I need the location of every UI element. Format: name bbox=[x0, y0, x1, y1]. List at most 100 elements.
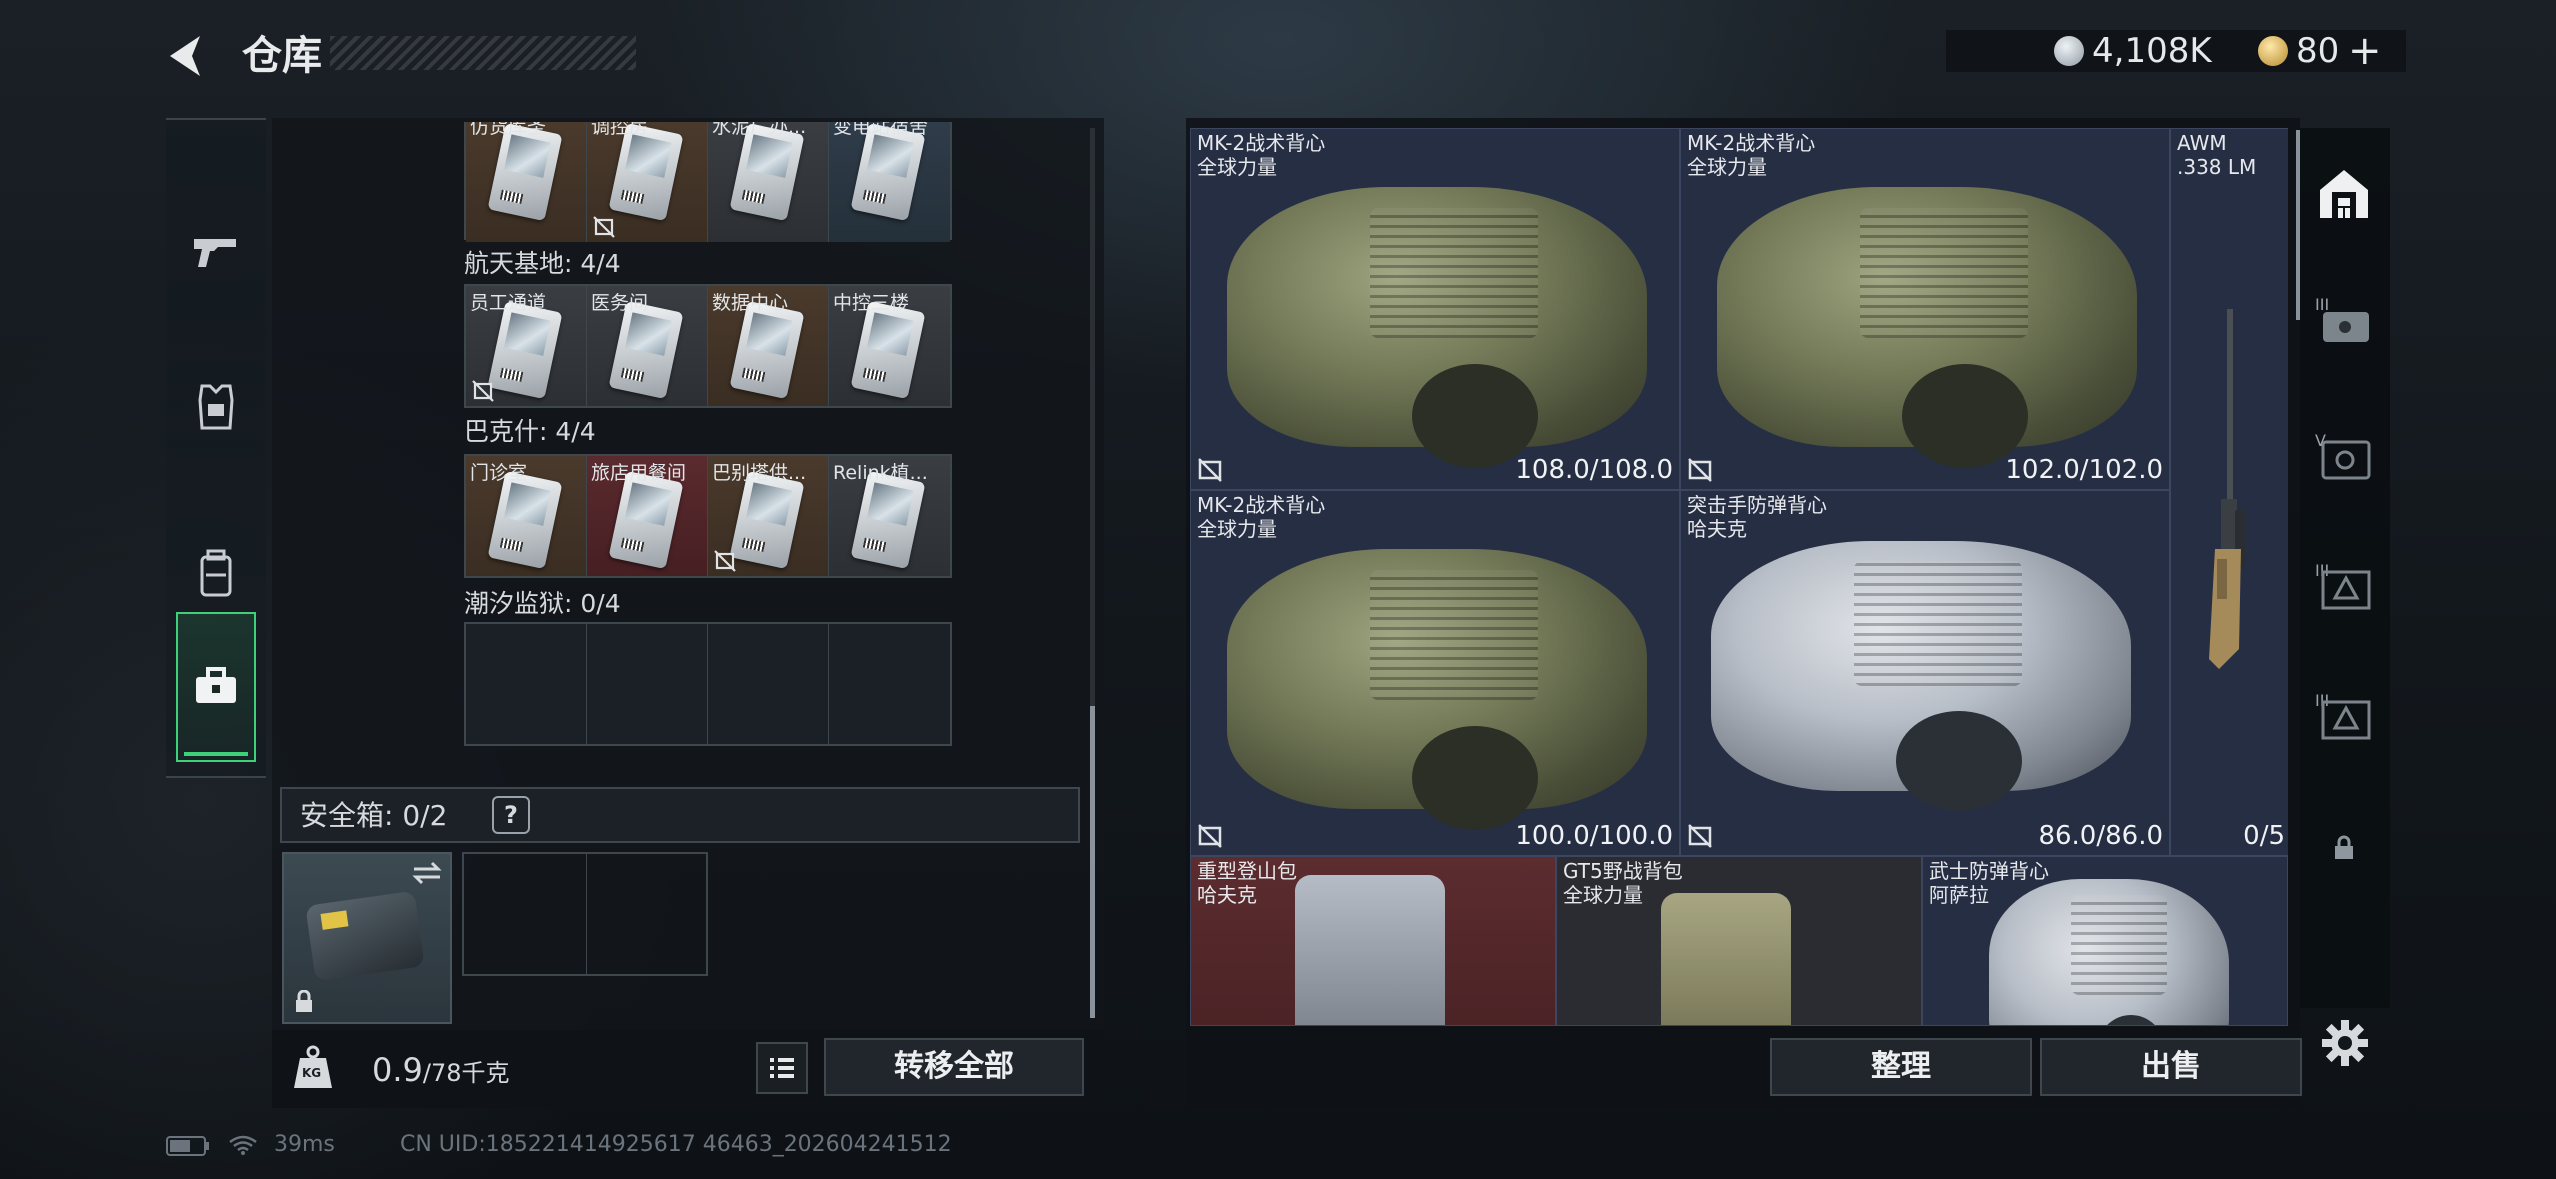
key-storage-scroll-thumb[interactable] bbox=[1090, 706, 1095, 1018]
key-card-slot[interactable]: 医务间 bbox=[587, 286, 708, 406]
safebox-item[interactable] bbox=[282, 852, 452, 1024]
back-button[interactable] bbox=[160, 28, 216, 84]
item-faction: 全球力量 bbox=[1197, 155, 1277, 179]
item-faction: 阿萨拉 bbox=[1929, 883, 1989, 907]
key-row: 员工通道 医务间 数据中心 中控三楼 bbox=[464, 284, 952, 408]
safebox-help-button[interactable]: ? bbox=[492, 796, 530, 834]
add-currency-button[interactable]: + bbox=[2348, 30, 2382, 72]
tab-container-4[interactable]: III bbox=[2312, 684, 2376, 748]
item-durability: 108.0/108.0 bbox=[1515, 455, 1673, 485]
container-sidebar-scrollbar[interactable] bbox=[2296, 130, 2300, 320]
tab-container-2[interactable]: V bbox=[2312, 424, 2376, 488]
no-trade-icon bbox=[472, 380, 494, 402]
key-section-title: 巴克什: 4/4 bbox=[464, 417, 596, 446]
item-name: MK-2战术背心 bbox=[1197, 493, 1326, 517]
item-durability: 100.0/100.0 bbox=[1515, 821, 1673, 851]
key-label: 中控三楼 bbox=[833, 292, 910, 314]
list-icon bbox=[770, 1058, 794, 1078]
ping-text: 39ms bbox=[274, 1132, 335, 1157]
key-label: 门诊室 bbox=[470, 462, 528, 484]
coin-gold-icon bbox=[2258, 36, 2288, 66]
vest-image bbox=[1717, 187, 2137, 468]
key-card-slot[interactable]: 数据中心 bbox=[708, 286, 829, 406]
sort-button[interactable]: 整理 bbox=[1770, 1038, 2032, 1096]
empty-key-slot[interactable] bbox=[466, 624, 587, 744]
inventory-item[interactable]: MK-2战术背心 全球力量 102.0/102.0 bbox=[1680, 128, 2170, 490]
gun-icon bbox=[194, 239, 236, 267]
briefcase-icon bbox=[196, 667, 236, 703]
rifle-image bbox=[2209, 309, 2245, 669]
no-trade-icon bbox=[1198, 824, 1222, 848]
settings-button[interactable] bbox=[2318, 1016, 2372, 1072]
swap-icon[interactable] bbox=[412, 860, 442, 886]
currency-silver-amount: 4,108K bbox=[2092, 31, 2212, 71]
move-all-button[interactable]: 转移全部 bbox=[824, 1038, 1084, 1096]
keycard-image bbox=[729, 300, 805, 400]
tier3-box2-icon: III bbox=[2315, 691, 2371, 740]
tab-container-3[interactable]: III bbox=[2312, 554, 2376, 618]
inventory-item[interactable]: 突击手防弹背心 哈夫克 86.0/86.0 bbox=[1680, 490, 2170, 856]
keycard-image bbox=[487, 300, 563, 400]
inventory-item[interactable]: MK-2战术背心 全球力量 100.0/100.0 bbox=[1190, 490, 1680, 856]
tab-keys[interactable] bbox=[176, 612, 256, 762]
keycard-image bbox=[850, 300, 926, 400]
currency-bar: 4,108K 80 + bbox=[1946, 30, 2406, 72]
no-trade-icon bbox=[714, 550, 736, 572]
title-decoration bbox=[330, 36, 636, 70]
empty-key-slot[interactable] bbox=[587, 624, 708, 744]
inventory-item[interactable]: GT5野战背包 全球力量 bbox=[1556, 856, 1922, 1026]
key-label: 仿货库圣 bbox=[470, 122, 547, 138]
key-card-slot[interactable]: Relink植... bbox=[829, 456, 950, 576]
vest-image bbox=[1711, 541, 2131, 811]
item-name: AWM bbox=[2177, 131, 2227, 155]
item-faction: 全球力量 bbox=[1197, 517, 1277, 541]
wifi-icon bbox=[229, 1135, 257, 1155]
key-label: 医务间 bbox=[591, 292, 649, 314]
sell-button[interactable]: 出售 bbox=[2040, 1038, 2302, 1096]
vest-image bbox=[1227, 187, 1647, 468]
inventory-item[interactable]: AWM .338 LM 0/5 bbox=[2170, 128, 2288, 856]
tab-weapons[interactable] bbox=[166, 176, 266, 326]
no-trade-icon bbox=[1198, 458, 1222, 482]
safebox-case-image bbox=[305, 890, 425, 982]
key-card-slot[interactable]: 水泥厂办... bbox=[708, 122, 829, 242]
inventory-item[interactable]: MK-2战术背心 全球力量 108.0/108.0 bbox=[1190, 128, 1680, 490]
category-sidebar bbox=[166, 118, 266, 778]
page-title: 仓库 bbox=[242, 33, 322, 79]
key-card-slot[interactable]: 中控三楼 bbox=[829, 286, 950, 406]
item-name: 突击手防弹背心 bbox=[1687, 493, 1827, 517]
tier5-case-icon: V bbox=[2315, 431, 2371, 480]
item-name: MK-2战术背心 bbox=[1687, 131, 1816, 155]
key-card-slot[interactable]: 变电站宿舍 bbox=[829, 122, 950, 242]
key-label: 巴别塔供... bbox=[712, 462, 807, 484]
key-card-slot[interactable]: 巴别塔供... bbox=[708, 456, 829, 576]
tab-armor[interactable] bbox=[166, 332, 266, 482]
backpack-image bbox=[1661, 893, 1791, 1025]
coin-silver-icon bbox=[2054, 36, 2084, 66]
tier3-case-icon: III bbox=[2315, 295, 2369, 342]
tab-container-1[interactable]: III bbox=[2312, 288, 2376, 352]
key-card-slot[interactable]: 门诊室 bbox=[466, 456, 587, 576]
inventory-item[interactable]: 重型登山包 哈夫克 bbox=[1190, 856, 1556, 1026]
key-card-slot[interactable]: 调控房 bbox=[587, 122, 708, 242]
vest-image bbox=[1989, 879, 2229, 1025]
key-section-title: 潮汐监狱: 0/4 bbox=[464, 589, 621, 618]
battery-icon bbox=[166, 1136, 209, 1156]
weight-display: 0.9/78千克 bbox=[372, 1050, 510, 1093]
no-trade-icon bbox=[593, 216, 615, 238]
item-faction: 全球力量 bbox=[1563, 883, 1643, 907]
empty-key-slot[interactable] bbox=[829, 624, 950, 744]
list-view-button[interactable] bbox=[756, 1042, 808, 1094]
back-arrow-icon bbox=[170, 36, 200, 76]
tab-warehouse[interactable] bbox=[2312, 162, 2376, 226]
inventory-item[interactable]: 武士防弹背心 阿萨拉 bbox=[1922, 856, 2288, 1026]
key-card-slot[interactable]: 旅店用餐间 bbox=[587, 456, 708, 576]
inventory-grid: MK-2战术背心 全球力量 108.0/108.0 MK-2战术背心 全球力量 … bbox=[1190, 128, 2288, 1026]
safebox-empty-slot[interactable] bbox=[462, 852, 708, 976]
item-durability: 102.0/102.0 bbox=[2005, 455, 2163, 485]
keycard-image bbox=[487, 470, 563, 570]
key-card-slot[interactable]: 员工通道 bbox=[466, 286, 587, 406]
tab-locked-slot[interactable] bbox=[2312, 816, 2376, 880]
empty-key-slot[interactable] bbox=[708, 624, 829, 744]
key-card-slot[interactable]: 仿货库圣 bbox=[466, 122, 587, 242]
